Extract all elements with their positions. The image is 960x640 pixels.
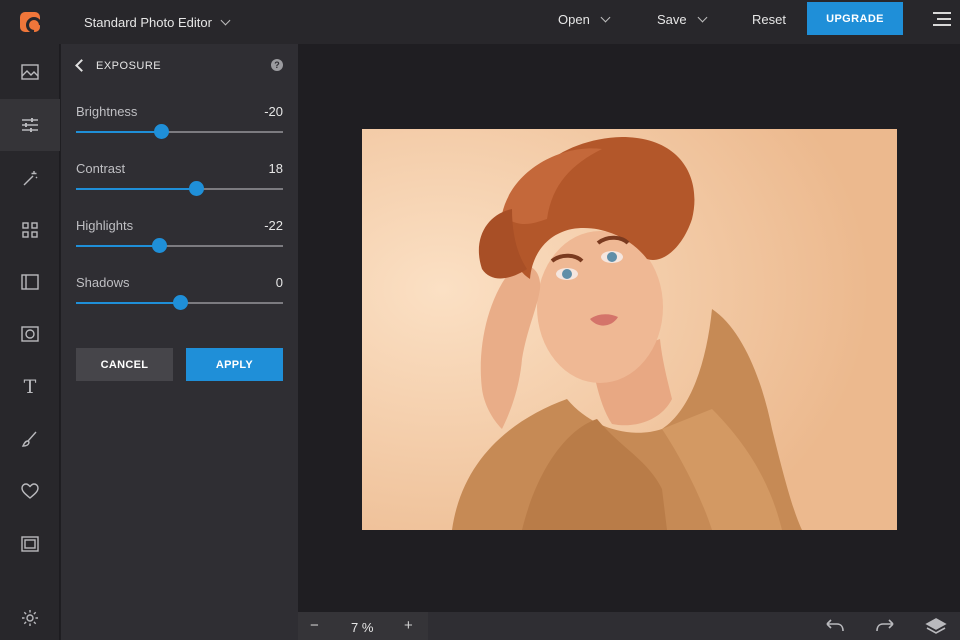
reset-label: Reset [752,12,786,27]
slider-fill [76,131,161,133]
reset-button[interactable]: Reset [752,12,786,27]
slider-value: 0 [275,275,283,290]
rail-item-overlay[interactable] [0,308,60,360]
slider-fill [76,188,197,190]
rail-item-settings[interactable] [0,596,60,640]
slider-thumb[interactable] [153,124,169,139]
open-label: Open [558,12,590,27]
rail-item-image[interactable] [0,46,60,98]
hamburger-icon[interactable] [933,11,951,27]
tool-rail: T [0,44,60,640]
chevron-down-icon [697,12,708,23]
slider-track[interactable] [76,124,283,139]
portrait-illustration [362,129,897,530]
editor-mode-dropdown[interactable]: Standard Photo Editor [84,14,231,30]
slider-fill [76,302,180,304]
slider-label: Shadows [76,275,130,290]
slider-track[interactable] [76,295,283,310]
magic-wand-icon [23,171,38,186]
app-title-label: Standard Photo Editor [84,14,212,30]
circle-square-icon [21,326,39,342]
rail-item-border[interactable] [0,518,60,570]
slider-track[interactable] [76,238,283,253]
rail-item-grid[interactable] [0,204,60,256]
slider-value: -22 [264,218,283,233]
sliders-icon [22,118,38,132]
rail-item-effects[interactable] [0,152,60,204]
cancel-button[interactable]: CANCEL [76,348,173,381]
rail-item-stickers[interactable] [0,465,60,517]
canvas-area[interactable] [298,44,960,612]
zoom-level: 7 % [351,620,374,635]
save-menu-button[interactable]: Save [657,12,708,27]
rail-item-text[interactable]: T [0,361,60,413]
slider-thumb[interactable] [172,295,188,310]
bottom-bar: − 7 % + [298,612,960,640]
slider-shadows: Shadows 0 [76,275,283,325]
zoom-control: − 7 % + [298,612,428,640]
slider-contrast: Contrast 18 [76,161,283,211]
apply-button[interactable]: APPLY [186,348,283,381]
panel-header: EXPOSURE ? [61,44,298,88]
back-arrow-icon[interactable] [75,59,88,72]
redo-icon [876,619,894,632]
border-icon [21,536,39,552]
slider-track[interactable] [76,181,283,196]
slider-value: -20 [264,104,283,119]
rail-item-frames[interactable] [0,256,60,308]
slider-label: Brightness [76,104,138,119]
rail-item-adjust[interactable] [0,99,60,151]
slider-value: 18 [268,161,283,176]
rail-item-draw[interactable] [0,413,60,465]
heart-icon [21,483,39,499]
zoom-in-button[interactable]: + [404,617,413,634]
gear-icon [22,610,38,626]
image-icon [21,64,39,80]
exposure-panel: EXPOSURE ? Brightness -20 Contrast 18 Highli… [61,44,298,640]
undo-icon [826,619,844,632]
slider-thumb[interactable] [189,181,205,196]
slider-highlights: Highlights -22 [76,218,283,268]
undo-button[interactable] [824,617,846,635]
chevron-down-icon [600,12,611,23]
save-label: Save [657,12,687,27]
layers-button[interactable] [925,617,947,635]
upgrade-button[interactable]: UPGRADE [807,2,903,35]
layers-icon [925,618,947,634]
film-frame-icon [21,274,39,290]
help-icon[interactable]: ? [271,59,283,71]
panel-title: EXPOSURE [96,60,162,72]
app-logo[interactable] [0,0,60,44]
grid-icon [22,222,38,238]
zoom-out-button[interactable]: − [310,617,319,634]
photo-preview[interactable] [362,129,897,530]
slider-thumb[interactable] [151,238,167,253]
brush-icon [21,431,37,447]
slider-brightness: Brightness -20 [76,104,283,154]
open-menu-button[interactable]: Open [558,12,611,27]
redo-button[interactable] [874,617,896,635]
chevron-down-icon [220,15,231,25]
logo-icon [20,12,40,32]
slider-fill [76,245,159,247]
slider-label: Contrast [76,161,126,176]
slider-label: Highlights [76,218,134,233]
text-icon: T [23,376,37,398]
